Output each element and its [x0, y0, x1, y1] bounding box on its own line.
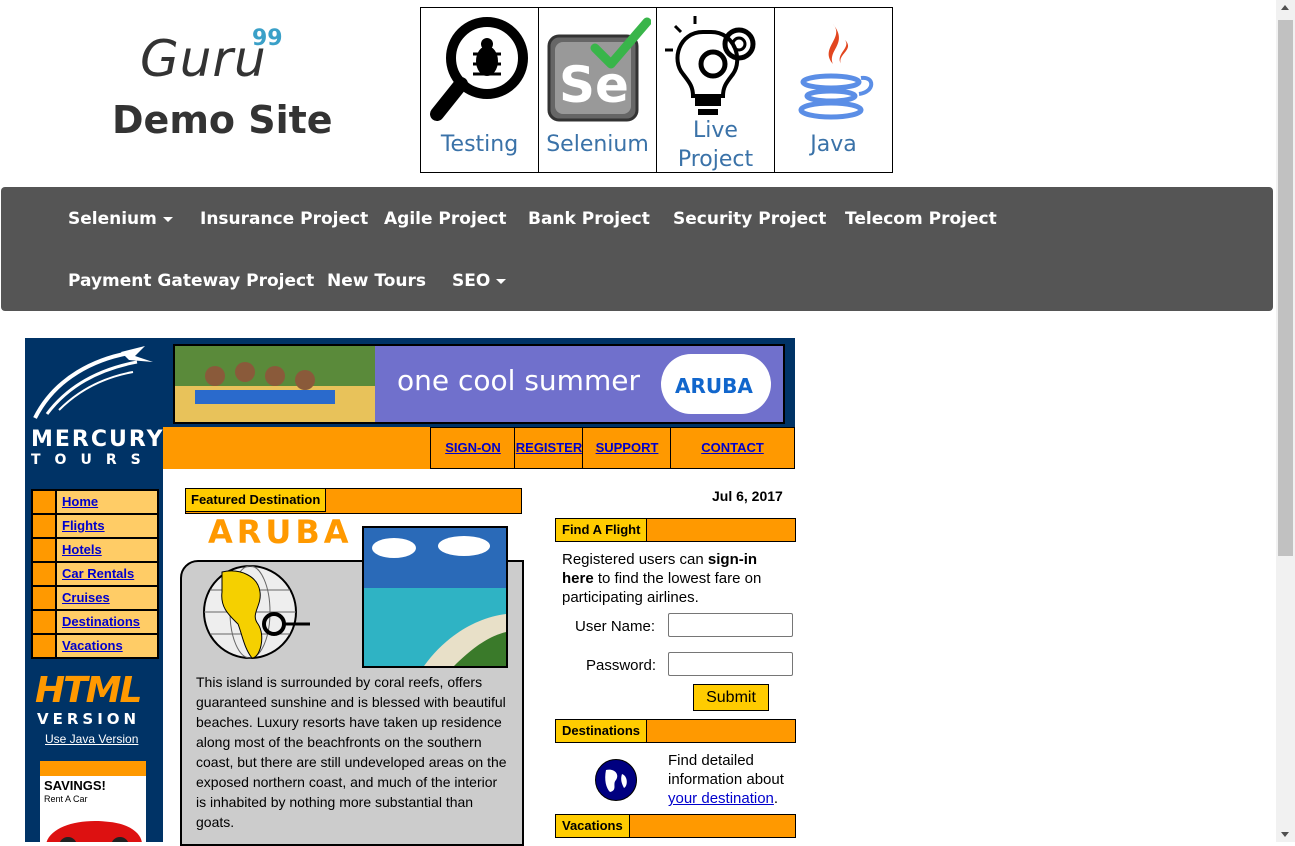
list-item: Cruises [33, 587, 157, 609]
tile-testing-label: Testing [440, 132, 519, 157]
list-item: Hotels [33, 539, 157, 561]
submit-button[interactable]: Submit [693, 684, 769, 711]
html-version-label: VERSION [37, 710, 141, 728]
nav-seo-label: SEO [452, 271, 491, 291]
rent-a-car-ad[interactable]: SAVINGS! Rent A Car [40, 761, 146, 842]
nav-seo-dropdown[interactable]: SEO [452, 271, 507, 291]
java-icon [798, 24, 874, 120]
caret-down-icon [496, 278, 507, 284]
logo-99-superscript: 99 [252, 26, 283, 51]
red-car-icon [46, 821, 142, 842]
tile-live-project[interactable]: Live Project [657, 8, 775, 172]
savings-subtitle: Rent A Car [44, 794, 88, 804]
savings-title: SAVINGS! [44, 778, 106, 793]
globe-icon [203, 565, 310, 659]
beach-people-image [175, 346, 375, 422]
banner-slogan: one cool summer [397, 364, 640, 397]
password-field[interactable] [668, 652, 793, 676]
caret-down-icon [162, 216, 173, 222]
username-field[interactable] [668, 613, 793, 637]
link-register[interactable]: REGISTER [514, 427, 583, 469]
use-java-version-link[interactable]: Use Java Version [45, 732, 138, 746]
featured-destination-label: Featured Destination [185, 488, 327, 512]
lightbulb-gear-icon [665, 16, 756, 115]
category-tiles: Testing Se Selenium Live Project Java [420, 7, 893, 173]
magnifier-bug-icon [430, 17, 528, 121]
nav-selenium-dropdown[interactable]: Selenium [68, 209, 173, 229]
nav-bank-project[interactable]: Bank Project [528, 209, 650, 229]
nav-insurance-project[interactable]: Insurance Project [200, 209, 368, 229]
aruba-beach-photo [362, 526, 508, 668]
find-flight-text: Registered users can sign-in here to fin… [562, 551, 762, 606]
html-version-title: HTML [35, 670, 142, 711]
nav-new-tours[interactable]: New Tours [327, 271, 426, 291]
list-item: Home [33, 491, 157, 513]
tile-testing[interactable]: Testing [421, 8, 539, 172]
tile-selenium-label: Selenium [546, 132, 649, 157]
featured-destination-text: This island is surrounded by coral reefs… [196, 674, 507, 830]
nav-agile-project[interactable]: Agile Project [384, 209, 507, 229]
list-item: Destinations [33, 611, 157, 633]
link-contact[interactable]: CONTACT [670, 427, 795, 469]
scrollbar-thumb[interactable] [1278, 20, 1293, 556]
mercury-sidebar: MERCURY TOURS Home Flights Hotels Car Re… [25, 338, 163, 842]
tile-live-project-label-line1: Live [693, 118, 738, 143]
tile-selenium[interactable]: Se Selenium [539, 8, 657, 172]
current-date: Jul 6, 2017 [712, 488, 783, 504]
nav-security-project[interactable]: Security Project [673, 209, 826, 229]
main-nav: Selenium Insurance Project Agile Project… [1, 187, 1273, 311]
tile-java[interactable]: Java [775, 8, 892, 172]
scroll-down-arrow-icon[interactable] [1281, 832, 1289, 837]
site-title: Demo Site [112, 98, 333, 142]
destinations-text: Find detailed information about your des… [668, 752, 784, 807]
destinations-label: Destinations [555, 719, 648, 743]
find-flight-label: Find A Flight [555, 518, 648, 542]
username-label: User Name: [575, 618, 656, 635]
mercury-logo-text: MERCURY [31, 427, 163, 452]
menu-link-destinations[interactable]: Destinations [57, 611, 157, 633]
mercury-top-links: SIGN-ON REGISTER SUPPORT CONTACT [163, 427, 795, 469]
list-item: Car Rentals [33, 563, 157, 585]
list-item: Flights [33, 515, 157, 537]
aruba-banner-ad[interactable]: one cool summer ARUBA [173, 344, 785, 424]
svg-text:Se: Se [559, 56, 629, 114]
logo-guru-text: Guru [140, 30, 267, 88]
link-support[interactable]: SUPPORT [582, 427, 671, 469]
menu-link-hotels[interactable]: Hotels [57, 539, 157, 561]
menu-link-car-rentals[interactable]: Car Rentals [57, 563, 157, 585]
mercury-plane-logo-icon [33, 346, 153, 419]
banner-brand: ARUBA [675, 374, 753, 398]
selenium-icon: Se [547, 17, 651, 122]
tile-live-project-label-line2: Project [677, 147, 754, 172]
nav-telecom-project[interactable]: Telecom Project [845, 209, 997, 229]
featured-destination-title: ARUBA [208, 513, 353, 551]
mercury-logo-subtext: TOURS [31, 452, 155, 468]
menu-link-flights[interactable]: Flights [57, 515, 157, 537]
scroll-up-arrow-icon[interactable] [1281, 5, 1289, 10]
your-destination-link[interactable]: your destination [668, 790, 774, 807]
menu-link-vacations[interactable]: Vacations [57, 635, 157, 657]
vacations-label: Vacations [555, 814, 630, 838]
nav-selenium-label: Selenium [68, 209, 157, 229]
link-sign-on[interactable]: SIGN-ON [430, 427, 515, 469]
guru99-logo[interactable]: Guru 99 Demo Site [0, 0, 420, 180]
nav-payment-gateway-project[interactable]: Payment Gateway Project [68, 271, 314, 291]
menu-link-cruises[interactable]: Cruises [57, 587, 157, 609]
list-item: Vacations [33, 635, 157, 657]
page-scrollbar[interactable] [1276, 0, 1295, 842]
tile-java-label: Java [810, 132, 857, 157]
password-label: Password: [586, 657, 657, 674]
menu-link-home[interactable]: Home [57, 491, 157, 513]
globe-icon[interactable] [595, 759, 637, 801]
mercury-side-menu: Home Flights Hotels Car Rentals Cruises … [31, 489, 159, 659]
